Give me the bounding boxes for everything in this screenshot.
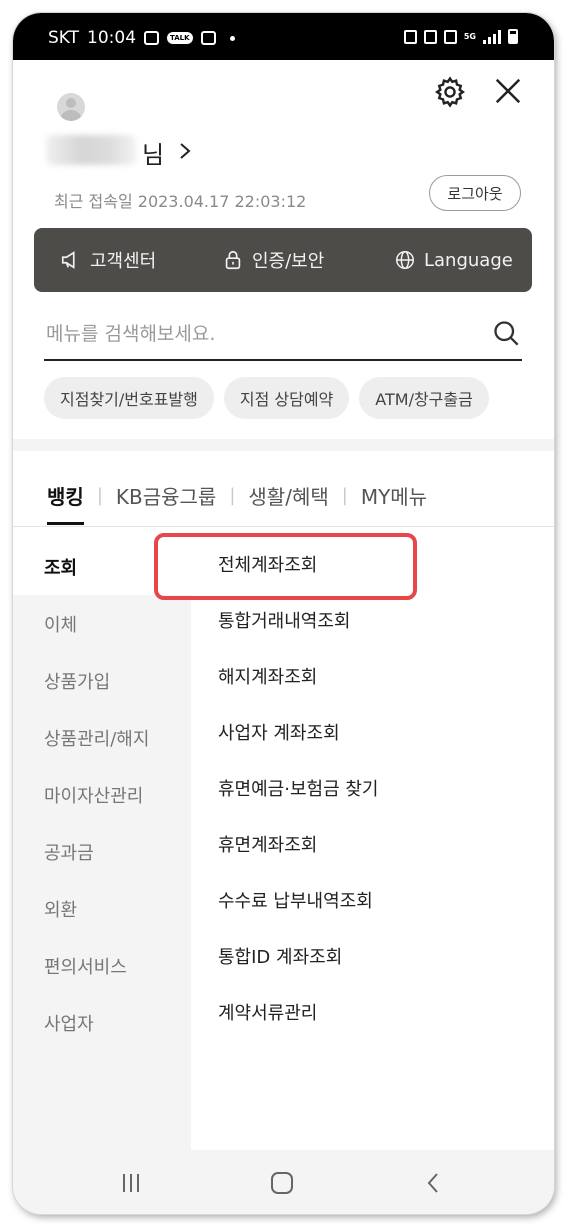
status-left: SKT 10:04 TALK (48, 28, 235, 48)
quick-chips: 지점찾기/번호표발행 지점 상담예약 ATM/창구출금 (44, 377, 489, 419)
gear-icon[interactable] (433, 75, 467, 109)
battery-icon (508, 29, 518, 44)
chip-branch-consult[interactable]: 지점 상담예약 (223, 377, 350, 419)
category-sidebar: 조회 이체 상품가입 상품관리/해지 마이자산관리 공과금 외환 편의서비스 사… (13, 538, 191, 1150)
tab-banking[interactable]: 뱅킹 (47, 475, 84, 525)
quick-access-bar: 고객센터 인증/보안 Language (34, 228, 532, 292)
menu-item-dormant-accounts[interactable]: 휴면계좌조회 (218, 816, 317, 872)
clock: 10:04 (87, 28, 137, 48)
speaker-icon (61, 251, 75, 269)
sidebar-item-business[interactable]: 사업자 (13, 994, 191, 1051)
logout-button[interactable]: 로그아웃 (429, 175, 521, 211)
network-type-label: 5G (463, 31, 476, 41)
app-notification-icon (200, 31, 216, 45)
close-icon[interactable] (493, 76, 523, 106)
last-login-text: 최근 접속일 2023.04.17 22:03:12 (54, 192, 307, 211)
tab-separator: | (229, 484, 236, 506)
chip-branch-finder[interactable]: 지점찾기/번호표발행 (44, 377, 214, 419)
sidebar-item-product-manage[interactable]: 상품관리/해지 (13, 709, 191, 766)
more-notifications-icon (229, 35, 235, 41)
customer-center-label: 고객센터 (90, 251, 157, 272)
username-blurred (46, 135, 136, 165)
search-icon[interactable] (492, 319, 520, 347)
home-icon[interactable] (269, 1170, 295, 1196)
sidebar-item-transfer[interactable]: 이체 (13, 595, 191, 652)
android-nav-bar (13, 1150, 554, 1214)
menu-search (44, 309, 522, 361)
chevron-right-icon[interactable] (176, 141, 194, 161)
sidebar-item-my-assets[interactable]: 마이자산관리 (13, 766, 191, 823)
language-button[interactable]: Language (394, 228, 513, 292)
kakaotalk-icon: TALK (167, 32, 193, 44)
status-right: 5G (403, 29, 518, 44)
customer-center-button[interactable]: 고객센터 (60, 228, 156, 292)
sidebar-item-foreign-exchange[interactable]: 외환 (13, 880, 191, 937)
avatar (57, 93, 85, 121)
sidebar-item-convenience[interactable]: 편의서비스 (13, 937, 191, 994)
lock-icon (225, 250, 241, 270)
menu-item-integrated-id-accounts[interactable]: 통합ID 계좌조회 (218, 928, 342, 984)
menu-item-contract-documents[interactable]: 계약서류관리 (218, 984, 317, 1040)
chip-atm-withdraw[interactable]: ATM/창구출금 (359, 377, 489, 419)
tab-my-menu[interactable]: MY메뉴 (361, 475, 427, 515)
search-input[interactable] (46, 317, 466, 351)
menu-item-business-accounts[interactable]: 사업자 계좌조회 (218, 704, 340, 760)
name-suffix: 님 (142, 141, 165, 169)
status-bar: SKT 10:04 TALK 5G (13, 13, 554, 60)
back-icon[interactable] (421, 1170, 447, 1196)
carrier-label: SKT (48, 28, 80, 48)
gallery-icon (144, 31, 160, 45)
tab-kb-group[interactable]: KB금융그룹 (116, 475, 216, 515)
section-divider (13, 439, 554, 451)
auth-security-label: 인증/보안 (252, 251, 325, 272)
phone-screen: SKT 10:04 TALK 5G 님 최근 접속일 2023.04.17 22… (13, 13, 554, 1214)
menu-item-dormant-deposit-search[interactable]: 휴면예금·보험금 찾기 (218, 760, 378, 816)
menu-item-fee-payments[interactable]: 수수료 납부내역조회 (218, 872, 373, 928)
sidebar-item-product-join[interactable]: 상품가입 (13, 652, 191, 709)
category-tabs: 뱅킹 | KB금융그룹 | 생활/혜택 | MY메뉴 (47, 475, 427, 525)
tab-separator: | (341, 484, 348, 506)
tab-life-benefits[interactable]: 생활/혜택 (248, 475, 328, 515)
menu-item-closed-accounts[interactable]: 해지계좌조회 (218, 648, 317, 704)
sidebar-item-utility-bills[interactable]: 공과금 (13, 823, 191, 880)
hotspot-icon (443, 29, 457, 44)
highlight-box (154, 533, 417, 600)
tab-separator: | (96, 484, 103, 506)
menu-item-integrated-transactions[interactable]: 통합거래내역조회 (218, 592, 350, 648)
mute-icon (423, 29, 437, 44)
auth-security-button[interactable]: 인증/보안 (222, 228, 324, 292)
signal-icon (483, 29, 501, 44)
globe-icon (396, 251, 414, 269)
recent-apps-icon[interactable] (118, 1170, 144, 1196)
alarm-icon (403, 29, 417, 44)
language-label: Language (424, 249, 513, 271)
tabs-divider (13, 526, 554, 527)
